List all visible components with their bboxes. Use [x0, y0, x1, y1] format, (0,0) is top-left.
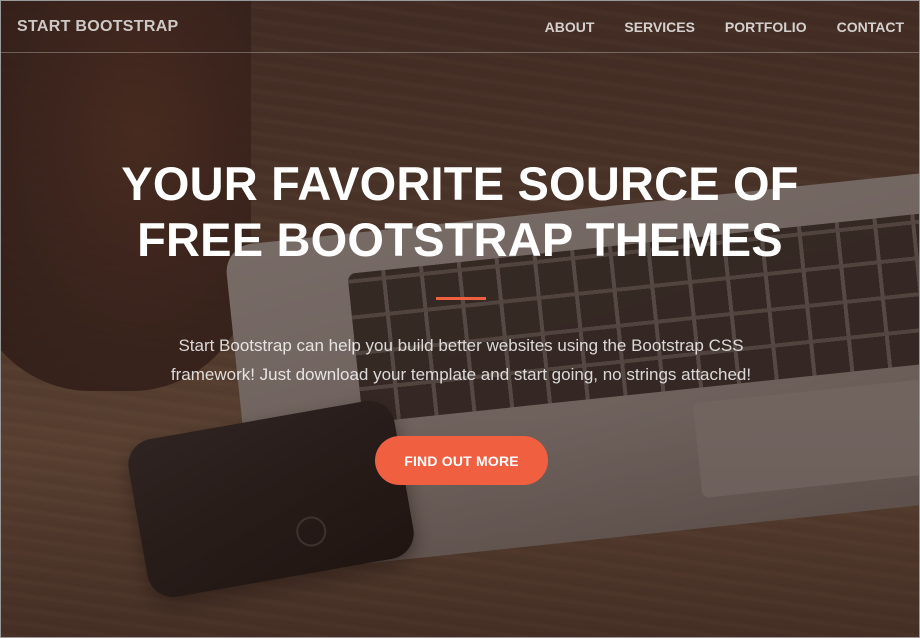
navbar: START BOOTSTRAP ABOUT SERVICES PORTFOLIO…: [1, 1, 919, 53]
hero-lead-line-2: framework! Just download your template a…: [170, 365, 752, 384]
nav-link-about[interactable]: ABOUT: [545, 19, 595, 35]
find-out-more-button[interactable]: FIND OUT MORE: [375, 436, 548, 485]
nav-link-contact[interactable]: CONTACT: [837, 19, 904, 35]
hero-background-image: [1, 1, 919, 637]
nav-link-services[interactable]: SERVICES: [624, 19, 695, 35]
hero-lead-line-1: Start Bootstrap can help you build bette…: [178, 336, 744, 355]
brand-link[interactable]: START BOOTSTRAP: [17, 18, 179, 36]
page: START BOOTSTRAP ABOUT SERVICES PORTFOLIO…: [0, 0, 920, 638]
hero-headline: YOUR FAVORITE SOURCE OF FREE BOOTSTRAP T…: [1, 156, 919, 268]
nav-links: ABOUT SERVICES PORTFOLIO CONTACT: [515, 19, 904, 35]
hero-lead-text: Start Bootstrap can help you build bette…: [141, 331, 781, 389]
hero-headline-line-1: YOUR FAVORITE SOURCE OF: [121, 157, 799, 210]
nav-link-portfolio[interactable]: PORTFOLIO: [725, 19, 807, 35]
hero-divider: [436, 297, 486, 300]
hero-headline-line-2: FREE BOOTSTRAP THEMES: [137, 213, 783, 266]
